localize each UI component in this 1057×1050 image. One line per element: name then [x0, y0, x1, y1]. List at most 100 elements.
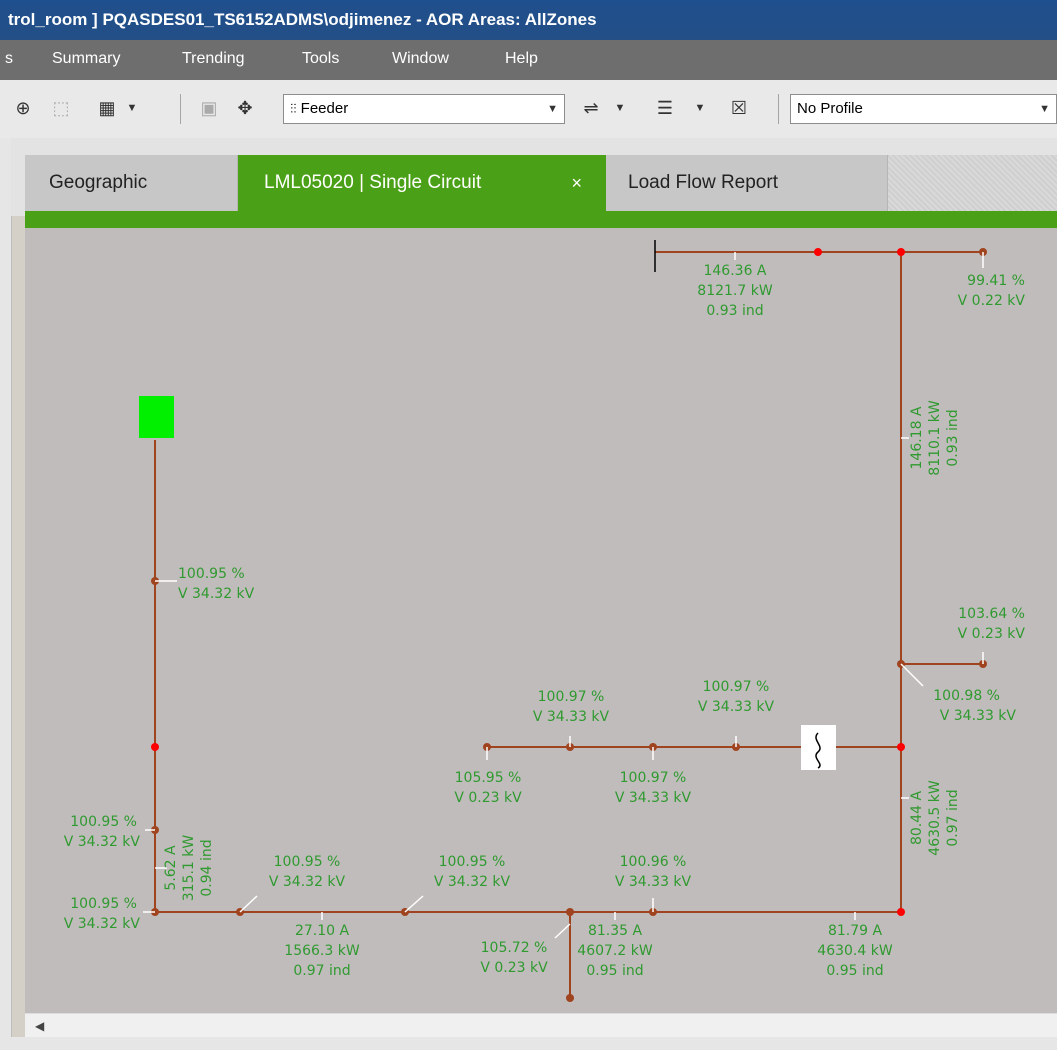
voltage-kv: V 34.33 kV — [615, 874, 692, 890]
toolbar: ⊕ ⬚ ▦ ▼ ▣ ✥ ⫶⫶ Feeder ▼ ⇌ ▼ ☰ ▼ ☒ No Pro… — [0, 80, 1057, 139]
label-leader — [900, 663, 924, 687]
flow-power: 8110.1 kW — [927, 400, 943, 476]
square-icon[interactable]: ▣ — [196, 94, 222, 122]
fuse-symbol[interactable] — [801, 725, 836, 770]
voltage-pct: 100.98 % — [933, 688, 1000, 704]
voltage-kv: V 34.32 kV — [269, 874, 346, 890]
flow-power: 4630.4 kW — [817, 943, 893, 959]
flow-pf: 0.93 ind — [706, 303, 763, 319]
voltage-kv: V 34.32 kV — [64, 834, 141, 850]
tab-single-circuit[interactable]: LML05020 | Single Circuit × — [238, 155, 606, 211]
voltage-pct: 103.64 % — [958, 606, 1025, 622]
deselect-icon[interactable]: ⬚ — [48, 94, 74, 122]
chevron-down-icon: ▼ — [547, 103, 558, 115]
menu-item-tools[interactable]: Tools — [302, 50, 339, 68]
single-line-diagram[interactable]: 146.36 A 8121.7 kW 0.93 ind 99.41 % V 0.… — [25, 228, 1057, 1013]
layer-combo-value: Feeder — [300, 100, 349, 117]
open-point-node[interactable] — [897, 908, 905, 916]
voltage-kv: V 0.23 kV — [454, 790, 522, 806]
tab-label: Load Flow Report — [628, 172, 778, 193]
menu-item-summary[interactable]: Summary — [52, 50, 120, 68]
voltage-pct: 100.95 % — [70, 896, 137, 912]
bottom-edge — [0, 1037, 1057, 1050]
voltage-kv: V 34.32 kV — [178, 586, 255, 602]
grid-icon[interactable]: ▦ — [92, 94, 122, 122]
left-panel-edge — [0, 138, 12, 1050]
pq-report-icon[interactable]: ☰ — [650, 94, 680, 122]
select-device-icon[interactable]: ⊕ — [10, 94, 36, 122]
tab-geographic[interactable]: Geographic — [25, 155, 238, 211]
voltage-pct: 99.41 % — [967, 273, 1025, 289]
horizontal-scrollbar[interactable]: ◀ — [25, 1013, 1057, 1037]
voltage-kv: V 34.33 kV — [533, 709, 610, 725]
chevron-down-icon[interactable]: ▼ — [612, 94, 628, 122]
menu-item-partial[interactable]: s — [5, 50, 13, 68]
voltage-pct: 100.97 % — [620, 770, 687, 786]
flow-amps: 81.79 A — [828, 923, 883, 939]
toolbar-separator — [180, 94, 181, 124]
scroll-left-icon[interactable]: ◀ — [35, 1019, 44, 1033]
flow-pf: 0.95 ind — [826, 963, 883, 979]
voltage-kv: V 34.33 kV — [698, 699, 775, 715]
menu-item-help[interactable]: Help — [505, 50, 538, 68]
flow-power: 8121.7 kW — [697, 283, 773, 299]
pq-flow-icon[interactable]: ⇌ — [578, 94, 604, 122]
tab-label: Geographic — [49, 172, 148, 193]
voltage-pct: 100.95 % — [274, 854, 341, 870]
voltage-kv: V 34.33 kV — [615, 790, 692, 806]
chevron-down-icon[interactable]: ▼ — [692, 94, 708, 122]
flow-pf: 0.97 ind — [293, 963, 350, 979]
node[interactable] — [566, 994, 574, 1002]
voltage-kv: V 34.32 kV — [64, 916, 141, 932]
pan-icon[interactable]: ✥ — [230, 94, 260, 122]
chevron-down-icon[interactable]: ▼ — [124, 94, 140, 122]
voltage-kv: V 0.23 kV — [480, 960, 548, 976]
voltage-pct: 105.72 % — [481, 940, 548, 956]
flow-amps: 80.44 A — [909, 791, 925, 846]
open-point-node[interactable] — [897, 248, 905, 256]
active-tab-underline — [25, 211, 1057, 228]
voltage-pct: 105.95 % — [455, 770, 522, 786]
tab-load-flow-report[interactable]: Load Flow Report — [606, 155, 888, 211]
menu-bar: s Summary Trending Tools Window Help — [0, 40, 1057, 80]
voltage-kv: V 34.33 kV — [940, 708, 1017, 724]
flow-amps: 146.18 A — [909, 406, 925, 469]
profile-combo[interactable]: No Profile ▼ — [790, 94, 1057, 124]
flow-amps: 27.10 A — [295, 923, 350, 939]
flow-power: 4630.5 kW — [927, 780, 943, 856]
label-leader — [239, 895, 258, 913]
flow-power: 1566.3 kW — [284, 943, 360, 959]
open-point-node[interactable] — [897, 743, 905, 751]
tab-strip-filler — [888, 155, 1057, 211]
tab-label: LML05020 | Single Circuit — [264, 172, 482, 193]
open-point-node[interactable] — [151, 743, 159, 751]
flow-power: 315.1 kW — [181, 835, 197, 902]
close-icon[interactable]: × — [571, 155, 582, 211]
flow-amps: 5.62 A — [163, 845, 179, 891]
flow-amps: 81.35 A — [588, 923, 643, 939]
open-point-node[interactable] — [814, 248, 822, 256]
voltage-pct: 100.95 % — [439, 854, 506, 870]
flow-pf: 0.95 ind — [586, 963, 643, 979]
menu-item-trending[interactable]: Trending — [182, 50, 245, 68]
toolbar-separator — [778, 94, 779, 124]
label-leader — [554, 923, 571, 939]
voltage-pct: 100.95 % — [178, 566, 245, 582]
voltage-pct: 100.96 % — [620, 854, 687, 870]
source-substation[interactable] — [139, 396, 174, 438]
clear-icon[interactable]: ☒ — [724, 94, 754, 122]
voltage-kv: V 0.22 kV — [958, 293, 1026, 309]
flow-pf: 0.94 ind — [199, 839, 215, 896]
layer-combo-icon: ⫶⫶ — [290, 101, 297, 116]
node[interactable] — [566, 908, 574, 916]
flow-pf: 0.97 ind — [945, 789, 961, 846]
layer-combo[interactable]: ⫶⫶ Feeder ▼ — [283, 94, 565, 124]
voltage-kv: V 34.32 kV — [434, 874, 511, 890]
flow-pf: 0.93 ind — [945, 409, 961, 466]
flow-power: 4607.2 kW — [577, 943, 653, 959]
profile-combo-value: No Profile — [797, 100, 863, 117]
voltage-kv: V 0.23 kV — [958, 626, 1026, 642]
menu-item-window[interactable]: Window — [392, 50, 449, 68]
flow-amps: 146.36 A — [703, 263, 766, 279]
voltage-pct: 100.97 % — [538, 689, 605, 705]
